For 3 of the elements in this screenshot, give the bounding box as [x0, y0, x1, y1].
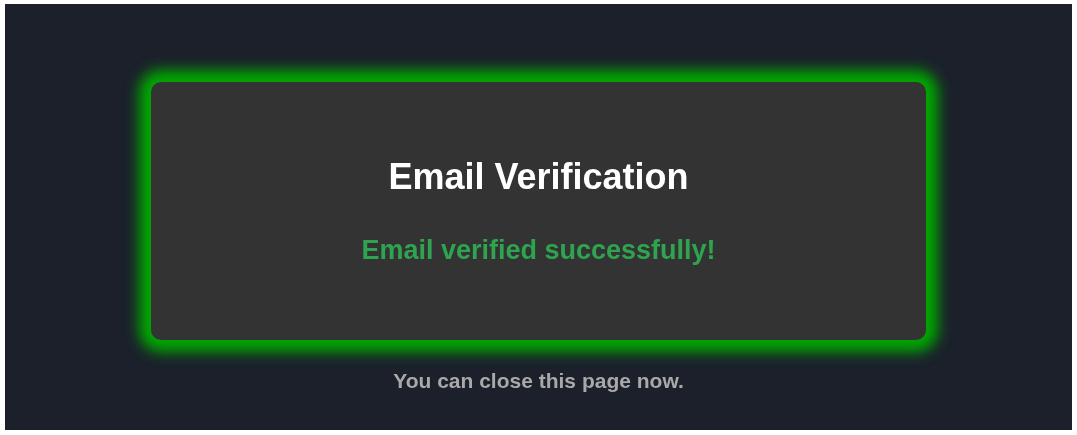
card-title: Email Verification: [388, 156, 689, 198]
footer-note: You can close this page now.: [393, 368, 684, 394]
status-message: Email verified successfully!: [361, 234, 716, 266]
